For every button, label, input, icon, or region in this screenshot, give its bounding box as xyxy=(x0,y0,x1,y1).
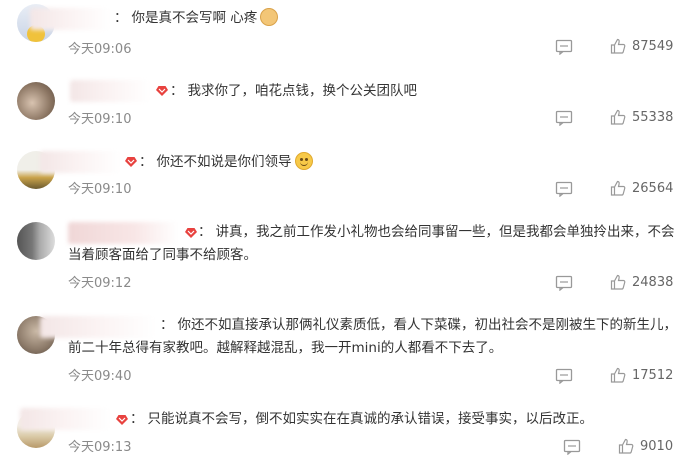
comment-icon xyxy=(555,275,573,291)
comment-text: ：只能说真不会写，倒不如实实在在真诚的承认错误，接受事实，以后改正。 xyxy=(130,411,593,427)
vip-badge-icon xyxy=(125,157,137,167)
thumbs-up-icon xyxy=(610,109,626,125)
reply-button[interactable] xyxy=(555,181,573,197)
like-button[interactable]: 87549 xyxy=(610,38,673,54)
doge-icon xyxy=(260,8,279,26)
timestamp: 今天09:13 xyxy=(68,440,132,455)
like-count: 26564 xyxy=(632,180,674,196)
comment-text: ：你还不如说是你们领导 xyxy=(139,151,682,174)
comment-icon xyxy=(555,181,573,197)
avatar[interactable] xyxy=(17,222,55,260)
thumbs-up-icon xyxy=(610,274,626,290)
comment-icon xyxy=(563,439,581,455)
comment-icon xyxy=(555,110,573,126)
comment-text: ：我求你了，咱花点钱，换个公关团队吧 xyxy=(170,83,417,99)
username-blurred[interactable] xyxy=(70,80,150,102)
reply-button[interactable] xyxy=(555,39,573,55)
timestamp: 今天09:06 xyxy=(68,42,132,57)
comment-text: ：你是真不会写啊 心疼 xyxy=(114,7,682,30)
like-button[interactable]: 17512 xyxy=(610,367,673,383)
username-blurred[interactable] xyxy=(20,408,110,430)
thumbs-up-icon xyxy=(610,38,626,54)
like-button[interactable]: 24838 xyxy=(610,274,673,290)
timestamp: 今天09:40 xyxy=(68,369,132,384)
like-count: 87549 xyxy=(632,38,674,54)
reply-button[interactable] xyxy=(555,368,573,384)
reply-button[interactable] xyxy=(563,439,581,455)
like-count: 55338 xyxy=(632,109,674,125)
comment-icon xyxy=(555,39,573,55)
vip-badge-icon xyxy=(116,415,128,425)
thumbs-up-icon xyxy=(610,180,626,196)
vip-badge-icon xyxy=(156,86,168,96)
comment-text: ：你还不如直接承认那俩礼仪素质低，看人下菜碟，初出社会不是刚被生下的新生儿，前二… xyxy=(68,317,677,356)
timestamp: 今天09:12 xyxy=(68,276,132,291)
thumbs-up-icon xyxy=(610,367,626,383)
like-count: 17512 xyxy=(632,367,674,383)
like-count: 24838 xyxy=(632,274,674,290)
timestamp: 今天09:10 xyxy=(68,112,132,127)
smile-icon xyxy=(294,152,313,170)
username-blurred[interactable] xyxy=(40,151,120,173)
username-blurred[interactable] xyxy=(30,8,110,30)
like-count: 9010 xyxy=(640,438,674,454)
reply-button[interactable] xyxy=(555,110,573,126)
reply-button[interactable] xyxy=(555,275,573,291)
comment-icon xyxy=(555,368,573,384)
comment-text: ：讲真，我之前工作发小礼物也会给同事留一些，但是我都会单独拎出来，不会当着顾客面… xyxy=(68,224,675,263)
like-button[interactable]: 55338 xyxy=(610,109,673,125)
timestamp: 今天09:10 xyxy=(68,182,132,197)
thumbs-up-icon xyxy=(618,438,634,454)
like-button[interactable]: 26564 xyxy=(610,180,673,196)
avatar[interactable] xyxy=(17,82,55,120)
like-button[interactable]: 9010 xyxy=(618,438,673,454)
